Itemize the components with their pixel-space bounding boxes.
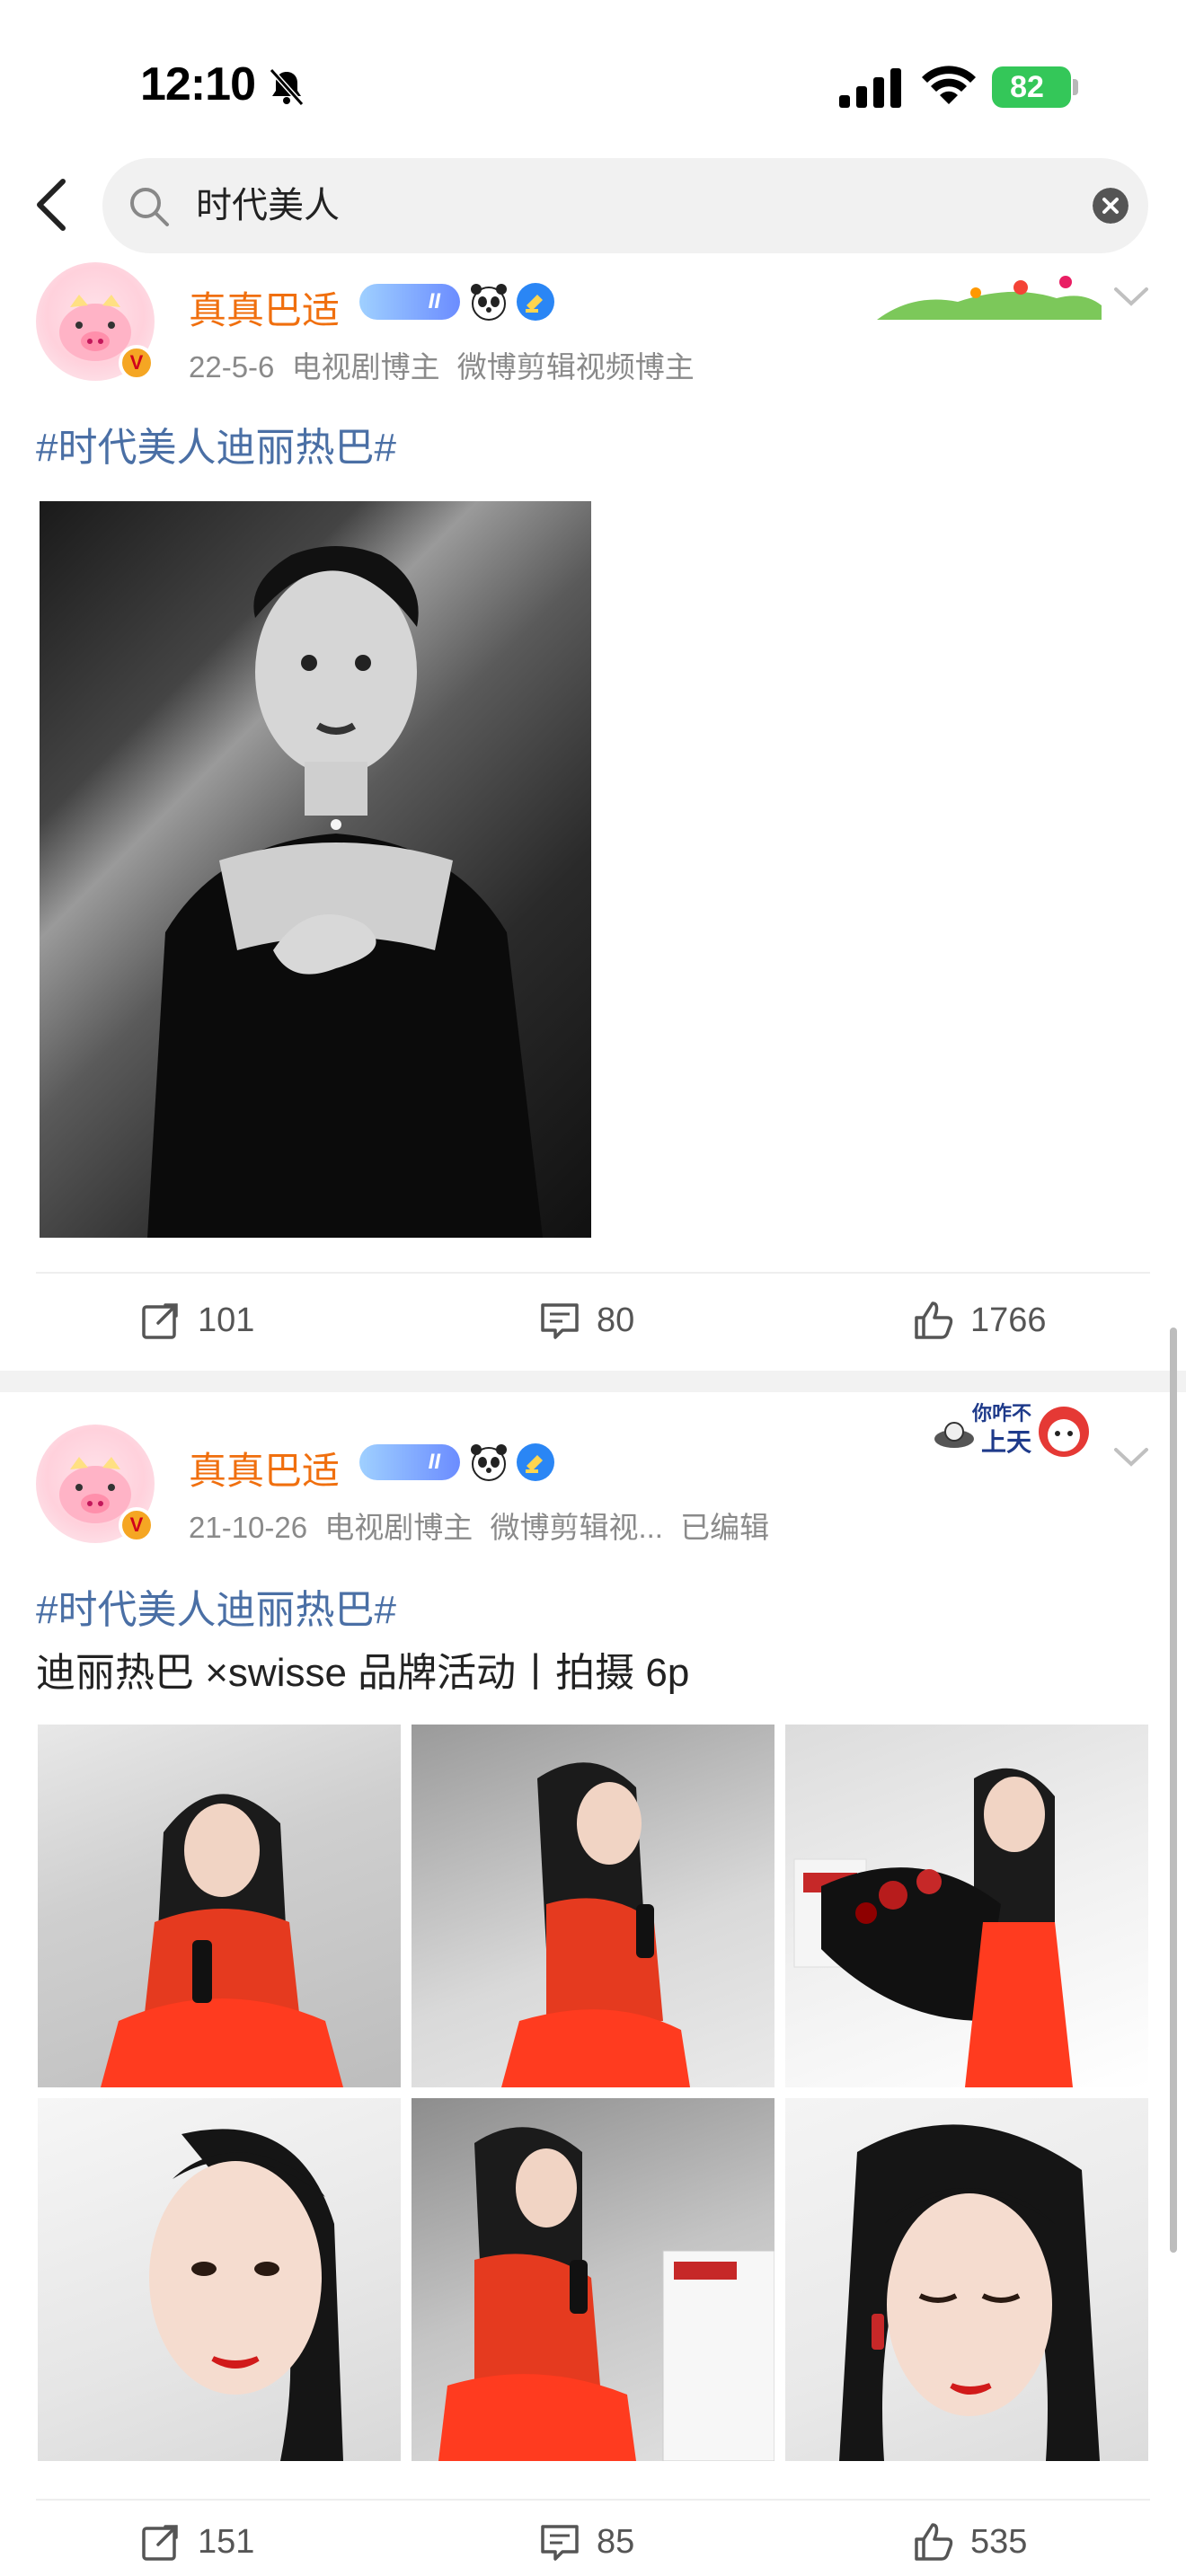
search-header <box>0 153 1186 257</box>
post-meta: 21-10-26 电视剧博主 微博剪辑视... 已编辑 <box>189 1504 778 1547</box>
section-gap <box>0 1371 1186 1392</box>
level-badge: II <box>359 284 460 320</box>
post-photo[interactable] <box>785 1725 1148 2087</box>
topic-link[interactable]: #时代美人迪丽热巴# <box>36 415 396 472</box>
grass-decoration-icon <box>877 276 1102 320</box>
repost-count: 101 <box>198 1301 255 1339</box>
photo-face-icon <box>149 2129 343 2461</box>
portrait-figure-icon <box>147 546 543 1238</box>
user-name[interactable]: 真真巴适 <box>189 280 340 335</box>
verified-badge-icon: V <box>119 1507 155 1543</box>
photo-figure-icon <box>793 1768 1073 2087</box>
user-name[interactable]: 真真巴适 <box>189 1441 340 1495</box>
post-photo[interactable] <box>40 501 591 1238</box>
gov-badge-icon <box>517 283 554 321</box>
like-button[interactable]: 1766 <box>913 1293 1047 1347</box>
comment-button[interactable]: 85 <box>539 2515 634 2569</box>
chevron-down-icon[interactable] <box>1112 284 1150 311</box>
search-box[interactable] <box>102 158 1148 253</box>
post-photo[interactable] <box>412 1725 774 2087</box>
chevron-down-icon[interactable] <box>1112 1444 1150 1471</box>
verified-badge-icon: V <box>119 345 155 381</box>
battery-indicator: 82 <box>992 66 1078 108</box>
user-tag: 电视剧博主 <box>291 350 440 384</box>
repost-icon <box>142 1303 178 1339</box>
wifi-icon <box>922 66 976 104</box>
repost-button[interactable]: 151 <box>140 2515 254 2569</box>
like-button[interactable]: 535 <box>913 2515 1027 2569</box>
sticker-text-bottom: 上天 <box>981 1428 1032 1456</box>
photo-figure-icon <box>438 2127 774 2461</box>
photo-figure-icon <box>101 1794 343 2087</box>
avatar[interactable]: V <box>36 1425 155 1543</box>
gov-badge-icon <box>517 1443 554 1481</box>
battery-level: 82 <box>1010 70 1044 104</box>
scrollbar[interactable] <box>1170 1328 1177 2253</box>
repost-icon <box>142 2525 178 2561</box>
post-text: 迪丽热巴 ×swisse 品牌活动丨拍摄 6p <box>36 1651 690 1695</box>
edited-label: 已编辑 <box>680 1511 770 1544</box>
post-date: 22-5-6 <box>189 350 275 384</box>
user-tag: 微博剪辑视... <box>490 1511 663 1544</box>
sticker-badge: 你咋不 上天 <box>929 1392 1109 1464</box>
comment-count: 80 <box>597 1301 635 1339</box>
like-count: 535 <box>970 2522 1028 2561</box>
avatar[interactable]: V <box>36 262 155 381</box>
repost-button[interactable]: 101 <box>140 1293 254 1347</box>
repost-count: 151 <box>198 2522 255 2561</box>
photo-face-icon <box>839 2124 1100 2461</box>
clear-search-icon[interactable] <box>1093 188 1128 224</box>
panda-icon <box>471 1444 507 1481</box>
thumbs-up-icon <box>915 1301 953 1339</box>
comment-icon <box>541 2525 579 2561</box>
like-count: 1766 <box>970 1301 1047 1339</box>
user-tag: 微博剪辑视频博主 <box>456 350 695 384</box>
comment-icon <box>541 1303 579 1339</box>
photo-figure-icon <box>501 1762 690 2087</box>
bell-off-icon <box>269 67 305 107</box>
post-photo[interactable] <box>38 1725 401 2087</box>
user-tag: 电视剧博主 <box>324 1511 474 1544</box>
status-time: 12:10 <box>140 58 256 110</box>
search-icon <box>130 188 169 226</box>
level-badge: II <box>359 1444 460 1480</box>
thumbs-up-icon <box>915 2523 953 2561</box>
post-card: V 真真巴适 II 22-5-6 电视剧博主 微博剪辑视频博主 #时代美人迪丽热… <box>0 257 1186 1371</box>
search-input[interactable] <box>196 158 1005 253</box>
topic-link[interactable]: #时代美人迪丽热巴# <box>36 1577 396 1635</box>
post-card: V 真真巴适 II 你咋不 上天 21-10-26 电视剧博主 微博剪辑视...… <box>0 1392 1186 2576</box>
comment-button[interactable]: 80 <box>539 1293 634 1347</box>
post-meta: 22-5-6 电视剧博主 微博剪辑视频博主 <box>189 343 704 386</box>
post-photo[interactable] <box>785 2098 1148 2461</box>
post-photo[interactable] <box>38 2098 401 2461</box>
comment-count: 85 <box>597 2522 635 2561</box>
back-icon[interactable] <box>25 172 81 237</box>
post-date: 21-10-26 <box>189 1511 308 1544</box>
panda-icon <box>471 284 507 321</box>
cellular-signal-icon <box>839 68 901 108</box>
status-bar: 12:10 82 <box>0 0 1186 162</box>
post-photo[interactable] <box>412 2098 774 2461</box>
